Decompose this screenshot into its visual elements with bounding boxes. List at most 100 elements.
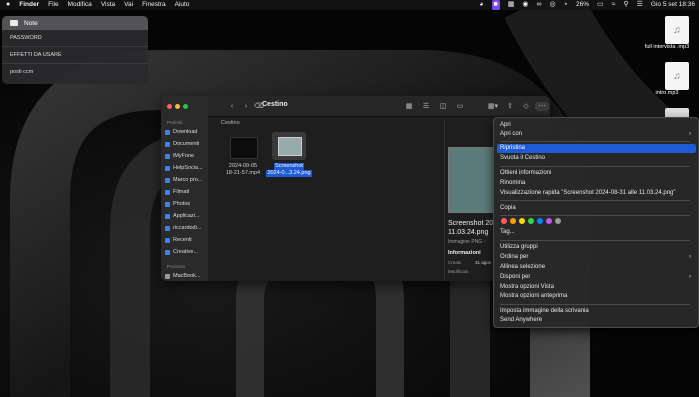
tag-color-gray[interactable] xyxy=(555,218,561,224)
menu-vista[interactable]: Vista xyxy=(101,0,115,10)
tag-color-red[interactable] xyxy=(501,218,507,224)
separator xyxy=(500,141,690,142)
menu-item-tag[interactable]: Tag... xyxy=(497,228,696,237)
preview-created-label: Creato xyxy=(448,260,462,265)
notes-item[interactable]: EFFETTI DA USARE xyxy=(2,47,148,64)
file-name-line: 18-21-57.mp4 xyxy=(225,170,261,176)
chevron-right-icon: › xyxy=(689,131,691,137)
menu-file[interactable]: File xyxy=(48,0,58,10)
bluetooth-icon[interactable]: ⋆ xyxy=(564,0,568,10)
preview-created-value: 31 agos xyxy=(475,260,492,265)
path-label: Cestino xyxy=(221,120,240,126)
icon-view-icon[interactable]: ▦ xyxy=(404,102,414,111)
apple-menu-icon[interactable]: ● xyxy=(6,0,10,10)
window-controls xyxy=(167,104,188,109)
file-name-selected[interactable]: Screenshot 2024-0...3.24.png xyxy=(266,163,312,177)
sidebar-item-imyfone[interactable]: iMyFone xyxy=(165,151,207,161)
close-button[interactable] xyxy=(167,104,172,109)
audio-file-icon[interactable]: ♫ xyxy=(665,16,689,44)
preview-image xyxy=(448,147,494,213)
menu-item-apri[interactable]: Apri xyxy=(497,121,696,130)
clock-icon xyxy=(165,237,170,243)
sidebar-item-recenti[interactable]: Recenti xyxy=(165,235,207,245)
minimize-button[interactable] xyxy=(175,104,180,109)
notes-item[interactable]: PASSWORD xyxy=(2,30,148,47)
desktop-file-label[interactable]: full intervista .mp3 xyxy=(637,44,697,50)
video-thumbnail[interactable] xyxy=(230,137,258,159)
menu-item-ottieni-informazioni[interactable]: Ottieni informazioni xyxy=(497,169,696,178)
action-menu-icon[interactable]: ⋯ xyxy=(535,102,549,111)
group-icon[interactable]: ▦▾ xyxy=(486,102,500,111)
menu-app-finder[interactable]: Finder xyxy=(19,0,39,10)
control-center-icon[interactable]: ☰ xyxy=(637,0,643,10)
separator xyxy=(500,304,690,305)
sidebar-item-applicazioni[interactable]: Applicazi... xyxy=(165,211,207,221)
chevron-right-icon: › xyxy=(689,274,691,280)
image-thumbnail[interactable] xyxy=(278,137,302,156)
menu-modifica[interactable]: Modifica xyxy=(68,0,92,10)
menu-item-disponi-per[interactable]: Disponi per › xyxy=(497,273,696,282)
menu-item-utilizza-gruppi[interactable]: Utilizza gruppi xyxy=(497,243,696,252)
sidebar-item-creative[interactable]: Creative... xyxy=(165,247,207,257)
menu-item-allinea-selezione[interactable]: Allinea selezione xyxy=(497,263,696,272)
tag-color-purple[interactable] xyxy=(546,218,552,224)
sidebar-item-filmati[interactable]: Filmati xyxy=(165,187,207,197)
zoom-button[interactable] xyxy=(183,104,188,109)
menu-item-send-anywhere[interactable]: Send Anywhere xyxy=(497,316,696,325)
wifi-icon[interactable]: ≈ xyxy=(612,0,616,10)
sidebar-item-helpsocial[interactable]: HelpSocia... xyxy=(165,163,207,173)
audio-file-icon[interactable]: ♫ xyxy=(665,62,689,90)
notes-header[interactable]: Note xyxy=(2,16,148,30)
search-icon[interactable]: ⚲ xyxy=(623,0,628,10)
sidebar-item-riccardo[interactable]: riccardodi... xyxy=(165,223,207,233)
tag-color-yellow[interactable] xyxy=(519,218,525,224)
separator xyxy=(500,200,690,201)
menu-item-svuota-cestino[interactable]: Svuota il Cestino xyxy=(497,154,696,163)
sidebar-item-macbook[interactable]: MacBook... xyxy=(165,271,207,281)
status-icon-3[interactable]: ◉ xyxy=(522,0,528,10)
list-view-icon[interactable]: ☰ xyxy=(421,102,431,111)
sidebar-item-download[interactable]: Download xyxy=(165,127,207,137)
tag-color-green[interactable] xyxy=(528,218,534,224)
status-icon-4[interactable]: ∞ xyxy=(537,0,542,10)
menu-item-ordina-per[interactable]: Ordina per › xyxy=(497,253,696,262)
sidebar-item-marco[interactable]: Marco pro... xyxy=(165,175,207,185)
forward-icon[interactable]: › xyxy=(241,102,251,111)
share-icon[interactable]: ⇧ xyxy=(505,102,515,111)
menu-item-imposta-immagine-scrivania[interactable]: Imposta immagine della scrivania xyxy=(497,307,696,316)
status-icon-5[interactable]: ◎ xyxy=(550,0,556,10)
battery-icon[interactable]: ▭ xyxy=(597,0,604,10)
status-icon-1[interactable]: ◕ xyxy=(479,0,483,10)
menu-item-mostra-opzioni-anteprima[interactable]: Mostra opzioni anteprima xyxy=(497,292,696,301)
file-name[interactable]: 2024-09-05 18-21-57.mp4 xyxy=(220,163,266,177)
folder-icon xyxy=(165,153,170,159)
menu-item-label: Ordina per xyxy=(500,254,529,260)
notes-item[interactable]: posti ccm xyxy=(2,64,148,80)
tag-color-blue[interactable] xyxy=(537,218,543,224)
column-view-icon[interactable]: ◫ xyxy=(438,102,448,111)
sidebar-heading-locations: Posizioni xyxy=(167,264,186,269)
preview-title: Screenshot 20 11.03.24.png xyxy=(448,219,493,237)
sidebar-item-label: Filmati xyxy=(173,189,190,195)
menu-item-copia[interactable]: Copia xyxy=(497,204,696,213)
sidebar-item-documenti[interactable]: Documenti xyxy=(165,139,207,149)
status-icon-2[interactable]: ▦ xyxy=(508,0,515,10)
menu-finestra[interactable]: Finestra xyxy=(142,0,165,10)
menu-item-mostra-opzioni-vista[interactable]: Mostra opzioni Vista xyxy=(497,283,696,292)
notes-panel: Note PASSWORD EFFETTI DA USARE posti ccm xyxy=(2,16,148,84)
menu-item-rinomina[interactable]: Rinomina xyxy=(497,179,696,188)
desktop-file-label[interactable]: intro.mp3 xyxy=(637,90,697,96)
sidebar-item-photos[interactable]: Photos xyxy=(165,199,207,209)
gallery-view-icon[interactable]: ▭ xyxy=(455,102,465,111)
tag-color-orange[interactable] xyxy=(510,218,516,224)
back-icon[interactable]: ‹ xyxy=(227,102,237,111)
menu-aiuto[interactable]: Aiuto xyxy=(175,0,190,10)
clock[interactable]: Gio 5 set 18:36 xyxy=(651,0,695,10)
menu-item-apri-con[interactable]: Apri con › xyxy=(497,130,696,139)
screen-record-icon[interactable]: ■ xyxy=(491,0,500,10)
menu-vai[interactable]: Vai xyxy=(124,0,133,10)
menu-item-visualizzazione-rapida[interactable]: Visualizzazione rapida "Screenshot 2024-… xyxy=(497,189,696,198)
menu-item-ripristina[interactable]: Ripristina xyxy=(497,144,696,153)
tag-icon[interactable]: ◇ xyxy=(521,102,531,111)
finder-window: Preferiti Download Documenti iMyFone Hel… xyxy=(161,96,550,281)
